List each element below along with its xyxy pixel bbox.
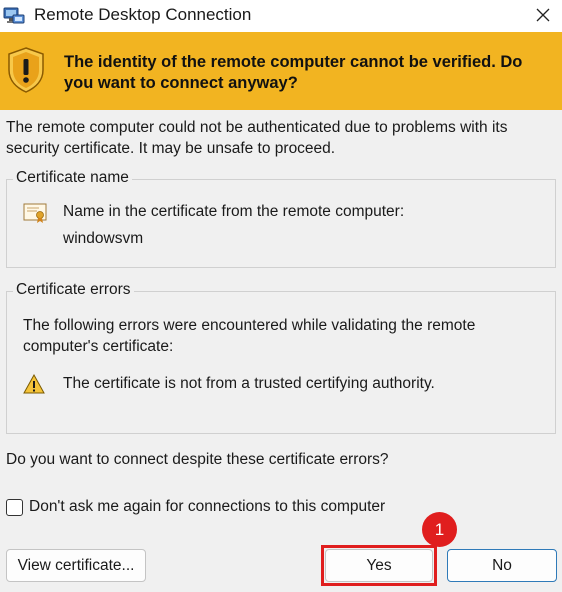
warning-banner: The identity of the remote computer cann… [0,32,562,110]
step-badge: 1 [422,512,457,547]
dont-ask-again-label: Don't ask me again for connections to th… [29,498,386,515]
certificate-name-legend: Certificate name [13,169,132,187]
certificate-errors-legend: Certificate errors [13,281,134,299]
yes-button-highlight [321,545,437,586]
warning-icon [23,374,45,394]
dont-ask-again-option[interactable]: Don't ask me again for connections to th… [6,498,385,516]
close-button[interactable] [524,0,562,30]
certificate-name-label: Name in the certificate from the remote … [63,203,405,220]
view-certificate-button[interactable]: View certificate... [6,549,146,582]
certificate-errors-group: Certificate errors The following errors … [6,281,556,434]
remote-desktop-icon [3,7,25,24]
banner-message: The identity of the remote computer cann… [64,53,523,92]
certificate-name-group: Certificate name Name in the certificate… [6,169,556,268]
error-item: The certificate is not from a trusted ce… [63,375,435,392]
close-icon [536,8,550,22]
question-text: Do you want to connect despite these cer… [6,451,389,468]
certificate-icon [23,203,47,223]
title-bar: Remote Desktop Connection [0,0,562,32]
no-button[interactable]: No [447,549,557,582]
certificate-name-value: windowsvm [63,230,144,247]
window-title: Remote Desktop Connection [34,5,252,24]
intro-text: The remote computer could not be authent… [6,119,508,157]
warning-shield-icon [8,47,44,93]
dont-ask-again-checkbox[interactable] [6,498,23,516]
errors-description: The following errors were encountered wh… [23,317,476,355]
